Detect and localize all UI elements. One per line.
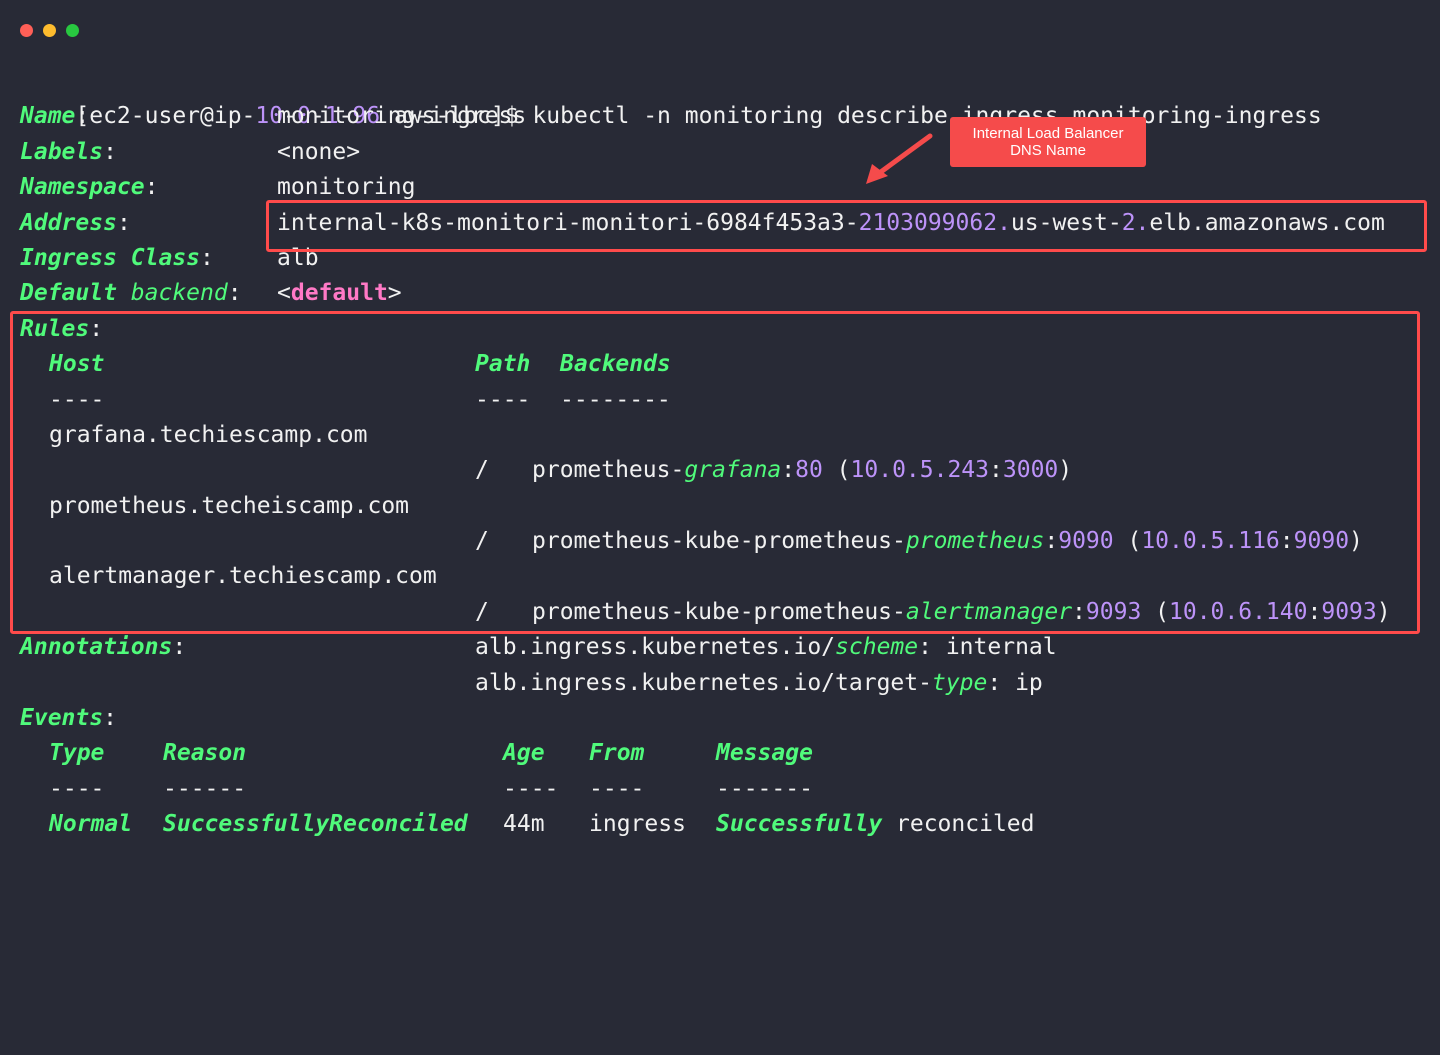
column-header: Message [716,740,813,767]
field-label: Ingress Class [20,244,201,271]
field-value: <none> [277,138,361,165]
rules-highlight-box [10,311,1420,634]
column-separator: ---- [49,775,105,802]
callout-arrow-icon [866,133,933,184]
bracket: > [387,280,402,307]
event-message: Successfully reconciled [716,807,1035,842]
field-value: monitoring-ingress [277,103,527,130]
colon: : [103,705,117,732]
annotation-key: scheme [835,634,919,661]
colon: : [75,103,90,130]
callout-label: Internal Load Balancer DNS Name [950,117,1146,167]
callout-line: DNS Name [1010,142,1086,159]
field-label: Namespace [20,174,145,201]
event-row: Normal SuccessfullyReconciled 44m ingres… [0,807,1440,842]
field-name-line: Name: monitoring-ingress [0,99,1440,134]
field-label: Labels [20,138,104,165]
field-value: default [290,280,388,307]
window-controls [20,24,79,37]
colon: : [116,209,131,236]
events-label-line: Events: [0,701,1440,736]
colon: : [227,280,242,307]
colon: : [103,138,117,165]
column-separator: ---- [589,775,645,802]
colon: : [172,634,187,661]
field-label: backend [130,280,228,307]
column-separator: ------ [163,775,247,802]
event-message-text: reconciled [882,811,1035,838]
bracket: < [277,280,291,307]
annotation-prefix: alb.ingress.kubernetes.io/ [475,634,836,661]
callout-line: Internal Load Balancer [972,125,1124,142]
column-header: Age [503,740,545,767]
annotation-item: alb.ingress.kubernetes.io/target-type: i… [475,666,1043,701]
annotations-line: alb.ingress.kubernetes.io/target-type: i… [0,666,1440,701]
event-from: ingress [589,811,686,838]
field-label: Name [20,103,76,130]
close-window-button[interactable] [20,24,33,37]
field-labels-line: Labels: <none> [0,135,1440,170]
minimize-window-button[interactable] [43,24,56,37]
command-prompt-line: [ec2-user@ip-10-0-1-96 aws-lbc]$ kubectl… [0,64,1440,129]
annotation-value: internal [945,634,1057,661]
event-type: Normal [49,811,133,838]
column-header: Reason [163,740,247,767]
address-highlight-box [266,200,1427,252]
annotation-item: alb.ingress.kubernetes.io/scheme: intern… [475,630,1057,665]
events-dashes-line: ---- ------ ---- ---- ------- [0,772,1440,807]
annotation-key: type [931,669,988,696]
event-age: 44m [503,811,545,838]
annotation-value: ip [1015,669,1043,696]
event-reason: SuccessfullyReconciled [163,811,468,838]
column-separator: ---- [503,775,559,802]
field-label: Default [20,280,117,307]
column-header: From [589,740,645,767]
colon: : [144,174,159,201]
event-message-emphasis: Successfully [716,811,883,838]
annotations-line: Annotations: alb.ingress.kubernetes.io/s… [0,630,1440,665]
section-label: Annotations [20,634,173,661]
events-header-line: Type Reason Age From Message [0,736,1440,771]
annotation-separator: : [918,634,946,661]
column-separator: ------- [716,775,813,802]
field-default-backend-line: Default backend: <default> [0,276,1440,311]
colon: : [200,244,214,271]
section-label: Events [20,705,104,732]
annotation-separator: : [987,669,1016,696]
column-header: Type [49,740,105,767]
annotation-prefix: alb.ingress.kubernetes.io/target- [475,669,932,696]
maximize-window-button[interactable] [66,24,79,37]
field-label: Address [20,209,117,236]
